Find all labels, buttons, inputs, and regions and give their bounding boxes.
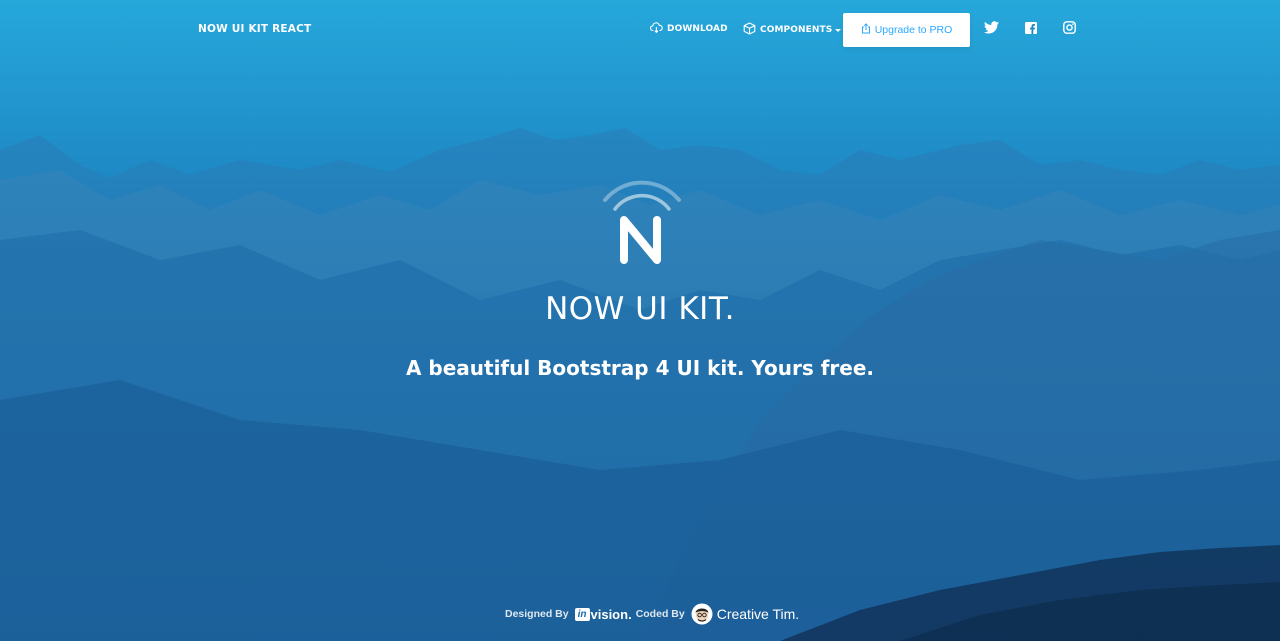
upgrade-label: Upgrade to PRO xyxy=(874,24,953,36)
creative-tim-avatar xyxy=(691,603,713,625)
instagram-link[interactable] xyxy=(1061,21,1077,39)
nav-download-label: DOWNLOAD xyxy=(667,24,728,34)
instagram-icon xyxy=(1062,21,1076,39)
box-icon xyxy=(743,22,760,38)
nav-components-label: COMPONENTS xyxy=(760,25,833,35)
hero-subtitle: A beautiful Bootstrap 4 UI kit. Yours fr… xyxy=(405,356,875,380)
now-ui-logo xyxy=(603,180,681,264)
credits: Designed By in vision. Coded By Creative… xyxy=(505,602,799,626)
nav-download-link[interactable]: DOWNLOAD xyxy=(649,22,728,36)
invision-in-badge: in xyxy=(574,607,590,621)
share-icon xyxy=(861,23,875,37)
hero-section: NOW UI KIT REACT DOWNLOAD COMPONENTS Upg… xyxy=(0,0,1280,641)
navbar: NOW UI KIT REACT DOWNLOAD COMPONENTS Upg… xyxy=(0,0,1280,58)
twitter-icon xyxy=(983,21,999,39)
hero-title: NOW UI KIT. xyxy=(545,291,735,327)
nav-components-dropdown[interactable]: COMPONENTS xyxy=(743,22,842,38)
designed-by-label: Designed By xyxy=(505,608,569,620)
creative-tim-link[interactable]: Creative Tim. xyxy=(717,606,799,622)
upgrade-to-pro-button[interactable]: Upgrade to PRO xyxy=(843,13,970,47)
invision-link[interactable]: in vision. xyxy=(574,606,632,622)
invision-text: vision. xyxy=(590,606,632,622)
twitter-link[interactable] xyxy=(983,21,999,39)
facebook-link[interactable] xyxy=(1023,22,1039,38)
facebook-icon xyxy=(1025,21,1037,39)
coded-by-label: Coded By xyxy=(635,608,685,620)
chevron-down-icon xyxy=(835,28,842,32)
cloud-download-icon xyxy=(649,22,667,36)
brand-link[interactable]: NOW UI KIT REACT xyxy=(198,23,311,35)
